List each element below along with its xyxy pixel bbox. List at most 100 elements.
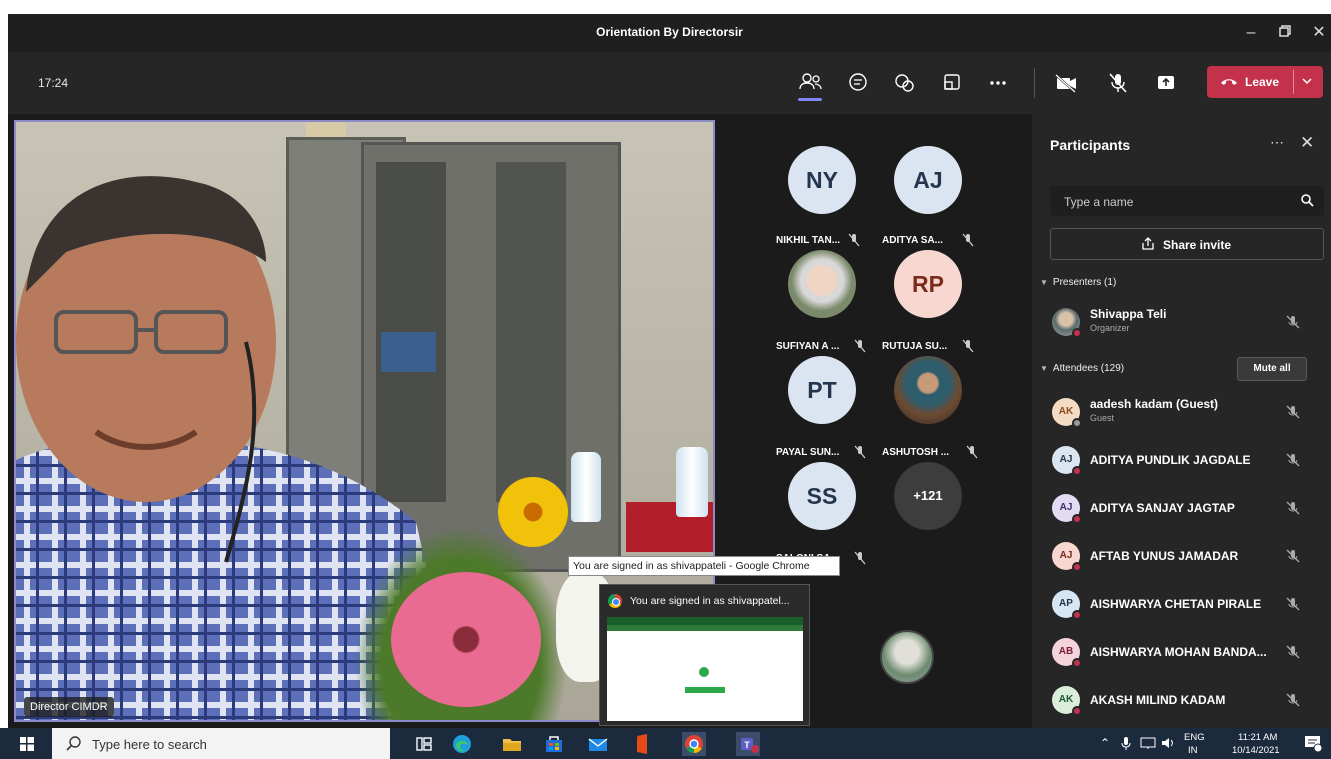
mic-off-icon: [1286, 405, 1300, 419]
language-indicator[interactable]: ENG: [1184, 732, 1205, 743]
attendees-header[interactable]: ▼ Attendees (129): [1040, 363, 1124, 374]
caret-down-icon: ▼: [1040, 278, 1048, 287]
speaker-name-tag: Director CIMDR: [24, 697, 114, 717]
participant-row[interactable]: AJ ADITYA PUNDLIK JAGDALE: [1032, 440, 1331, 480]
active-tab-indicator: [798, 98, 822, 101]
mic-off-icon: [1286, 453, 1300, 467]
participant-row[interactable]: AK AKASH MILIND KADAM: [1032, 680, 1331, 720]
panel-more-icon[interactable]: ⋯: [1270, 134, 1284, 151]
camera-off-icon[interactable]: [1052, 70, 1080, 96]
window-title: Orientation By Directorsir: [596, 25, 743, 39]
status-dot: [1072, 418, 1082, 428]
participant-row[interactable]: AP AISHWARYA CHETAN PIRALE: [1032, 584, 1331, 624]
search-icon: [66, 736, 81, 751]
volume-icon[interactable]: [1160, 736, 1176, 750]
task-view-icon[interactable]: [412, 732, 436, 756]
window-thumbnail[interactable]: [607, 617, 803, 721]
toolbar-separator: [1034, 68, 1035, 98]
mic-off-icon: [1286, 549, 1300, 563]
chrome-taskbar-preview[interactable]: You are signed in as shivappatel...: [599, 584, 810, 726]
clock-date: 10/14/2021: [1232, 745, 1280, 756]
participant-role: Organizer: [1090, 323, 1130, 333]
share-invite-label: Share invite: [1163, 238, 1232, 252]
status-dot: [1072, 562, 1082, 572]
participant-row[interactable]: AJ AFTAB YUNUS JAMADAR: [1032, 536, 1331, 576]
edge-icon[interactable]: [450, 732, 474, 756]
rooms-icon[interactable]: [938, 70, 966, 96]
status-dot: [1072, 328, 1082, 338]
mute-all-button[interactable]: Mute all: [1237, 357, 1307, 381]
chat-icon[interactable]: [844, 70, 872, 96]
windows-start-icon[interactable]: [20, 737, 34, 751]
store-icon[interactable]: [542, 732, 566, 756]
mic-off-icon: [1286, 693, 1300, 707]
preview-title: You are signed in as shivappatel...: [630, 595, 790, 607]
phone-hangup-icon: [1221, 79, 1237, 85]
chrome-tooltip: You are signed in as shivappateli - Goog…: [568, 556, 840, 576]
search-placeholder: Type a name: [1064, 195, 1134, 209]
more-actions-icon[interactable]: [984, 70, 1012, 96]
panel-close-icon[interactable]: ✕: [1300, 133, 1314, 153]
panel-title: Participants: [1050, 137, 1131, 153]
status-dot: [1072, 610, 1082, 620]
caret-down-icon: ▼: [1040, 364, 1048, 373]
svg-text:T: T: [744, 740, 750, 750]
self-view-avatar[interactable]: [880, 630, 934, 684]
share-screen-icon[interactable]: [1152, 70, 1180, 96]
taskbar-search-placeholder: Type here to search: [92, 737, 207, 752]
participants-panel: Participants ⋯ ✕ Type a name Share invit…: [1032, 114, 1331, 728]
avatar-photo: [894, 356, 962, 424]
participant-role: Guest: [1090, 413, 1115, 423]
participant-name: AFTAB YUNUS JAMADAR: [1090, 549, 1239, 563]
clock-time[interactable]: 11:21 AM: [1238, 732, 1277, 743]
microphone-icon[interactable]: [1120, 736, 1132, 751]
avatar-photo: [788, 250, 856, 318]
chevron-down-icon[interactable]: [1301, 75, 1313, 87]
notifications-icon[interactable]: [1304, 735, 1322, 752]
status-dot: [1072, 466, 1082, 476]
search-icon: [1301, 194, 1314, 207]
participant-name: AISHWARYA MOHAN BANDA...: [1090, 645, 1267, 659]
chevron-up-icon[interactable]: ⌃: [1100, 736, 1110, 750]
mail-icon[interactable]: [586, 732, 610, 756]
avatar: RP: [894, 250, 962, 318]
mic-off-icon: [854, 551, 866, 565]
more-participants-button[interactable]: +121: [894, 462, 962, 530]
participant-name: ADITYA PUNDLIK JAGDALE: [1090, 453, 1251, 467]
participant-name: aadesh kadam (Guest): [1090, 397, 1219, 411]
share-icon: [1142, 237, 1154, 250]
participant-row[interactable]: Shivappa Teli Organizer: [1032, 302, 1331, 342]
taskbar-search-input[interactable]: Type here to search: [52, 728, 390, 759]
minimize-icon[interactable]: –: [1240, 22, 1262, 44]
mic-off-icon: [1286, 645, 1300, 659]
participant-row[interactable]: AB AISHWARYA MOHAN BANDA...: [1032, 632, 1331, 672]
teams-meeting-window: Orientation By Directorsir – ✕ 17:24 Lea…: [0, 0, 1331, 759]
leave-label: Leave: [1245, 75, 1280, 89]
teams-icon[interactable]: T: [736, 732, 760, 756]
status-dot: [1072, 514, 1082, 524]
chrome-taskbar-icon[interactable]: [682, 732, 706, 756]
office-icon[interactable]: [630, 732, 654, 756]
reactions-icon[interactable]: [890, 70, 918, 96]
mic-off-icon: [1286, 597, 1300, 611]
region-indicator: IN: [1188, 745, 1198, 756]
participant-search-input[interactable]: Type a name: [1050, 186, 1324, 216]
network-icon[interactable]: [1140, 737, 1156, 750]
participant-row[interactable]: AJ ADITYA SANJAY JAGTAP: [1032, 488, 1331, 528]
mic-off-icon[interactable]: [1104, 70, 1132, 96]
people-icon[interactable]: [796, 70, 824, 101]
leave-button[interactable]: Leave: [1207, 66, 1323, 98]
participant-row[interactable]: AK aadesh kadam (Guest) Guest: [1032, 392, 1331, 432]
participant-name: Shivappa Teli: [1090, 307, 1167, 321]
presenters-header[interactable]: ▼ Presenters (1): [1040, 277, 1116, 288]
windows-taskbar: Type here to search T ⌃ ENG IN 11:21 AM …: [0, 728, 1331, 759]
status-dot: [1072, 706, 1082, 716]
file-explorer-icon[interactable]: [500, 732, 524, 756]
meeting-stage: Director CIMDR NY NIKHIL TAN... AJ ADITY…: [8, 114, 1032, 728]
close-window-icon[interactable]: ✕: [1308, 22, 1330, 44]
chrome-icon: [608, 594, 622, 608]
status-dot: [1072, 658, 1082, 668]
window-title-bar: Orientation By Directorsir – ✕: [8, 14, 1331, 52]
maximize-icon[interactable]: [1274, 22, 1296, 44]
share-invite-button[interactable]: Share invite: [1050, 228, 1324, 260]
